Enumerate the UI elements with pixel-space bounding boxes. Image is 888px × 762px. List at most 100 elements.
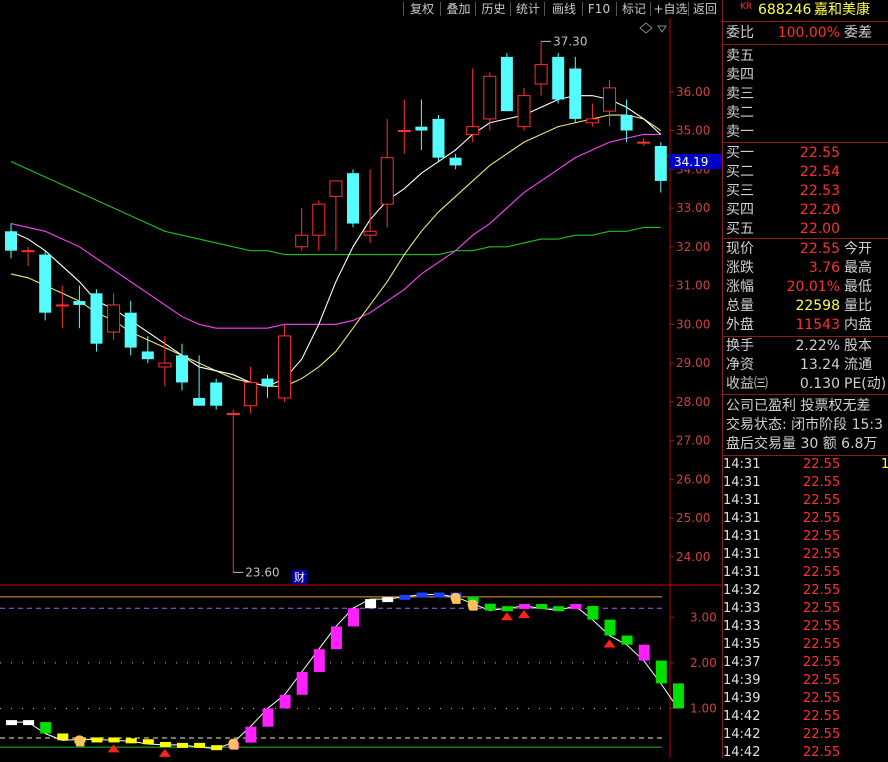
price-axis-label: 24.00 (676, 550, 710, 564)
toolbar-separator (475, 2, 476, 16)
tick-row: 14:31 22.55 (723, 510, 888, 528)
buy-level-row: 买五 22.00 (726, 220, 888, 238)
toolbar-button-5[interactable]: F10 (584, 0, 614, 18)
stat-label-2: 内盘 (844, 317, 872, 333)
stat-row: 外盘 11543 内盘 (726, 316, 888, 334)
tick-price: 22.55 (803, 745, 841, 760)
stat-label: 涨幅 (726, 279, 754, 295)
indicator-bar (245, 726, 257, 743)
toolbar-button-8[interactable]: 返回 (690, 0, 720, 18)
stat2-value: 2.22% (795, 338, 840, 354)
indicator-bar (6, 720, 17, 726)
stat2-value: 13.24 (799, 357, 840, 373)
tick-time: 14:37 (723, 655, 761, 670)
stat2-label-2: 流通 (844, 357, 872, 373)
toolbar-button-1[interactable]: 叠加 (442, 0, 475, 18)
tick-time: 14:31 (723, 475, 761, 490)
price-axis-label: 30.00 (676, 317, 710, 331)
tick-volume: 1 (881, 457, 888, 472)
price-axis-label: 26.00 (676, 472, 710, 486)
indicator-bar (279, 694, 291, 709)
tick-price: 22.55 (803, 547, 841, 562)
stock-header: KR 688246 嘉和美康 (726, 0, 888, 20)
tick-row: 14:42 22.55 (723, 726, 888, 744)
stat-value: 20.01% (786, 279, 840, 295)
indicator-bar (553, 606, 565, 612)
candle-body (654, 146, 667, 181)
stat-label-2: 最高 (844, 260, 872, 276)
dropdown-icon[interactable] (657, 25, 667, 33)
indicator-bar (399, 594, 411, 600)
diamond-icon[interactable] (639, 22, 653, 34)
stat-value: 3.76 (808, 260, 840, 276)
toolbar-button-0[interactable]: 复权 (405, 0, 439, 18)
indicator-bar (142, 739, 154, 745)
buy-level-label: 买三 (726, 183, 754, 199)
buy-level-price: 22.00 (799, 221, 840, 237)
sell-level-row: 卖五 (726, 47, 888, 65)
indicator-bar (159, 741, 171, 747)
tick-time: 14:35 (723, 637, 761, 652)
candle-body (517, 95, 531, 128)
tick-price: 22.55 (803, 493, 841, 508)
tick-time: 14:31 (723, 529, 761, 544)
tick-time: 14:42 (723, 745, 761, 760)
candle-body (39, 254, 52, 313)
sell-level-row: 卖四 (726, 66, 888, 84)
finance-badge[interactable]: 财 (294, 570, 305, 584)
indicator-line (11, 594, 679, 750)
candle-body (347, 173, 359, 224)
tick-price: 22.55 (803, 475, 841, 490)
price-axis-label: 28.00 (676, 395, 710, 409)
toolbar-button-6[interactable]: 标记 (618, 0, 650, 18)
tick-price: 22.55 (803, 673, 841, 688)
notice-text: 公司已盈利 投票权无差 (726, 398, 871, 414)
toolbar-button-7[interactable]: +自选 (652, 0, 689, 18)
stat2-label: 收益㈢ (726, 376, 768, 392)
tick-row: 14:33 22.55 (723, 618, 888, 636)
sell-level-label: 卖一 (726, 124, 754, 140)
tick-price: 22.55 (803, 691, 841, 706)
hand-pointer-icon (228, 738, 239, 750)
tick-time: 14:31 (723, 493, 761, 508)
tick-time: 14:31 (723, 457, 761, 472)
buy-level-label: 买四 (726, 202, 754, 218)
toolbar-button-3[interactable]: 统计 (512, 0, 544, 18)
candle-body (158, 362, 172, 368)
sell-level-row: 卖一 (726, 123, 888, 141)
stat-value: 11543 (795, 317, 840, 333)
stat-label: 外盘 (726, 317, 754, 333)
stat2-label: 换手 (726, 338, 754, 354)
indicator-bar (655, 660, 667, 684)
candle-body (637, 141, 651, 144)
tick-row: 14:32 22.55 (723, 582, 888, 600)
toolbar-separator (440, 2, 441, 16)
buy-level-price: 22.55 (799, 145, 840, 161)
buy-level-label: 买五 (726, 221, 754, 237)
toolbar-button-4[interactable]: 画线 (546, 0, 582, 18)
indicator-bar (348, 608, 359, 627)
weibi-value: 100.00% (777, 25, 840, 41)
tick-price: 22.55 (803, 655, 841, 670)
weibi-row: 委比 100.00% 委差 (726, 24, 888, 42)
tick-time: 14:42 (723, 727, 761, 742)
toolbar-separator (688, 2, 689, 16)
tick-price: 22.55 (803, 457, 841, 472)
buy-level-price: 22.20 (799, 202, 840, 218)
candle-body (363, 230, 377, 236)
kline-chart[interactable]: 36.0035.0034.0033.0032.0031.0030.0029.00… (0, 0, 722, 758)
tick-price: 22.55 (803, 637, 841, 652)
quote-panel: KR 688246 嘉和美康 委比 100.00% 委差 卖五 卖四 卖三 卖二 卖一 … (722, 0, 888, 760)
tick-price: 22.55 (803, 727, 841, 742)
toolbar-button-2[interactable]: 历史 (477, 0, 510, 18)
indicator-bar (365, 599, 377, 609)
indicator-bar (570, 603, 582, 609)
candle-body (500, 56, 513, 112)
price-axis-label: 36.00 (676, 85, 710, 99)
tick-time: 14:31 (723, 547, 761, 562)
after-hours-volume: 盘后交易量 30 额 6.8万 (726, 436, 878, 452)
stat-row: 现价 22.55 今开 (726, 240, 888, 258)
buy-level-row: 买一 22.55 (726, 144, 888, 162)
candle-body (5, 231, 17, 251)
stat-label: 涨跌 (726, 260, 754, 276)
